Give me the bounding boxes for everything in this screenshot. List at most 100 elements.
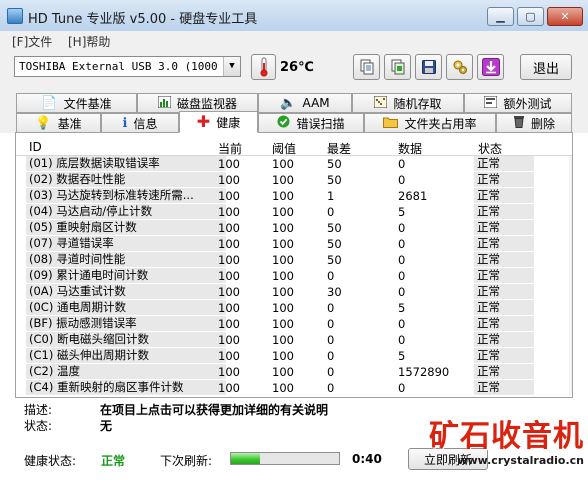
table-row[interactable]: (C4) 重新映射的扇区事件计数 100 100 0 0 正常 (16, 380, 572, 396)
row-status-cell: 正常 (474, 380, 534, 395)
row-data-cell: 0 (398, 173, 406, 187)
file-benchmark-icon: 📄 (41, 95, 58, 111)
row-threshold-cell: 100 (272, 253, 294, 267)
smart-table: ID 当前 阈值 最差 数据 状态 (01) 底层数据读取错误率 100 100 50… (15, 132, 573, 398)
tab-error-scan[interactable]: 错误扫描 (258, 113, 364, 133)
save-button[interactable] (415, 54, 442, 80)
copy-text-button[interactable] (353, 54, 380, 80)
row-threshold-cell: 100 (272, 237, 294, 251)
tab-random-access[interactable]: 随机存取 (352, 93, 464, 113)
row-threshold-cell: 100 (272, 157, 294, 171)
tab-health[interactable]: ✚ 健康 (179, 111, 258, 133)
folder-usage-icon (383, 116, 399, 131)
copy-screenshot-button[interactable] (384, 54, 411, 80)
download-button[interactable] (477, 54, 504, 80)
tab-benchmark[interactable]: 💡 基准 (16, 113, 101, 133)
row-threshold-cell: 100 (272, 205, 294, 219)
menu-help[interactable]: [H]帮助 (68, 33, 110, 50)
tab-aam[interactable]: 🔈 AAM (258, 93, 352, 113)
column-header-id[interactable]: ID (29, 140, 42, 154)
row-worst-cell: 50 (327, 237, 342, 251)
exit-button[interactable]: 退出 (520, 54, 572, 80)
close-button[interactable]: ✕ (547, 7, 583, 26)
row-worst-cell: 0 (327, 365, 335, 379)
table-row[interactable]: (05) 重映射扇区计数 100 100 50 0 正常 (16, 220, 572, 236)
maximize-button[interactable]: ▢ (517, 7, 544, 26)
row-status-cell: 正常 (474, 252, 534, 267)
row-current-cell: 100 (218, 157, 240, 171)
row-worst-cell: 0 (327, 205, 335, 219)
row-current-cell: 100 (218, 349, 240, 363)
table-row[interactable]: (02) 数据吞吐性能 100 100 50 0 正常 (16, 172, 572, 188)
disk-monitor-icon (157, 95, 172, 111)
row-status-cell: 正常 (474, 204, 534, 219)
description-text: 在项目上点击可以获得更加详细的有关说明 (100, 403, 329, 417)
info-icon: ℹ (122, 115, 128, 131)
menu-bar: [F]文件 [H]帮助 (0, 31, 588, 49)
row-id-cell: (0C) 通电周期计数 (26, 300, 226, 315)
tab-info[interactable]: ℹ 信息 (101, 113, 179, 133)
table-scrollbar[interactable] (569, 156, 572, 396)
chevron-down-icon[interactable]: ▼ (223, 57, 240, 76)
table-row[interactable]: (C2) 温度 100 100 0 1572890 正常 (16, 364, 572, 380)
column-header-data[interactable]: 数据 (398, 140, 422, 157)
title-bar: HD Tune 专业版 v5.00 - 硬盘专业工具 ▁ ▢ ✕ (0, 0, 588, 32)
table-row[interactable]: (01) 底层数据读取错误率 100 100 50 0 正常 (16, 156, 572, 172)
health-status-label: 健康状态: (24, 454, 77, 468)
row-current-cell: 100 (218, 285, 240, 299)
row-data-cell: 5 (398, 205, 406, 219)
watermark-logo-text: 矿石收音机 (429, 419, 584, 454)
table-row[interactable]: (04) 马达启动/停止计数 100 100 0 5 正常 (16, 204, 572, 220)
close-icon: ✕ (560, 10, 570, 23)
table-row[interactable]: (07) 寻道错误率 100 100 50 0 正常 (16, 236, 572, 252)
row-current-cell: 100 (218, 317, 240, 331)
tab-extra-tests[interactable]: 额外测试 (464, 93, 572, 113)
row-id-cell: (C2) 温度 (26, 364, 226, 379)
row-threshold-cell: 100 (272, 189, 294, 203)
row-data-cell: 0 (398, 317, 406, 331)
row-threshold-cell: 100 (272, 301, 294, 315)
row-current-cell: 100 (218, 253, 240, 267)
column-header-worst[interactable]: 最差 (327, 140, 351, 157)
row-threshold-cell: 100 (272, 317, 294, 331)
row-id-cell: (05) 重映射扇区计数 (26, 220, 226, 235)
row-worst-cell: 0 (327, 333, 335, 347)
erase-icon (513, 115, 525, 131)
table-row[interactable]: (C1) 磁头伸出周期计数 100 100 0 5 正常 (16, 348, 572, 364)
watermark: 矿石收音机 www.crystalradio.cn (414, 420, 584, 480)
row-data-cell: 0 (398, 381, 406, 395)
table-row[interactable]: (0C) 通电周期计数 100 100 0 5 正常 (16, 300, 572, 316)
minimize-button[interactable]: ▁ (487, 7, 514, 26)
temperature-value: 26℃ (280, 60, 314, 75)
row-threshold-cell: 100 (272, 221, 294, 235)
tab-label: 文件基准 (63, 96, 112, 111)
table-row[interactable]: (BF) 振动感测错误率 100 100 0 0 正常 (16, 316, 572, 332)
table-row[interactable]: (09) 累计通电时间计数 100 100 0 0 正常 (16, 268, 572, 284)
copy-text-icon (360, 59, 373, 75)
row-threshold-cell: 100 (272, 365, 294, 379)
drive-select[interactable]: TOSHIBA External USB 3.0 (1000 gB) ▼ (14, 56, 241, 77)
table-row[interactable]: (C0) 断电磁头缩回计数 100 100 0 0 正常 (16, 332, 572, 348)
table-row[interactable]: (08) 寻道时间性能 100 100 50 0 正常 (16, 252, 572, 268)
row-worst-cell: 1 (327, 189, 335, 203)
tab-label: 信息 (133, 116, 158, 131)
table-row[interactable]: (0A) 马达重试计数 100 100 30 0 正常 (16, 284, 572, 300)
row-id-cell: (C0) 断电磁头缩回计数 (26, 332, 226, 347)
options-button[interactable] (446, 54, 473, 80)
column-header-current[interactable]: 当前 (218, 140, 242, 157)
row-id-cell: (08) 寻道时间性能 (26, 252, 226, 267)
column-header-threshold[interactable]: 阈值 (272, 140, 296, 157)
row-threshold-cell: 100 (272, 285, 294, 299)
tab-folder-usage[interactable]: 文件夹占用率 (364, 113, 496, 133)
row-worst-cell: 0 (327, 349, 335, 363)
tab-disk-monitor[interactable]: 磁盘监视器 (137, 93, 258, 113)
tab-erase[interactable]: 删除 (496, 113, 572, 133)
column-header-status[interactable]: 状态 (478, 140, 502, 157)
table-row[interactable]: (03) 马达旋转到标准转速所需... 100 100 1 2681 正常 (16, 188, 572, 204)
menu-file[interactable]: [F]文件 (12, 33, 52, 50)
tab-file-benchmark[interactable]: 📄 文件基准 (16, 93, 137, 113)
row-data-cell: 5 (398, 301, 406, 315)
refresh-progress-bar (230, 452, 340, 465)
row-worst-cell: 0 (327, 301, 335, 315)
row-data-cell: 0 (398, 237, 406, 251)
